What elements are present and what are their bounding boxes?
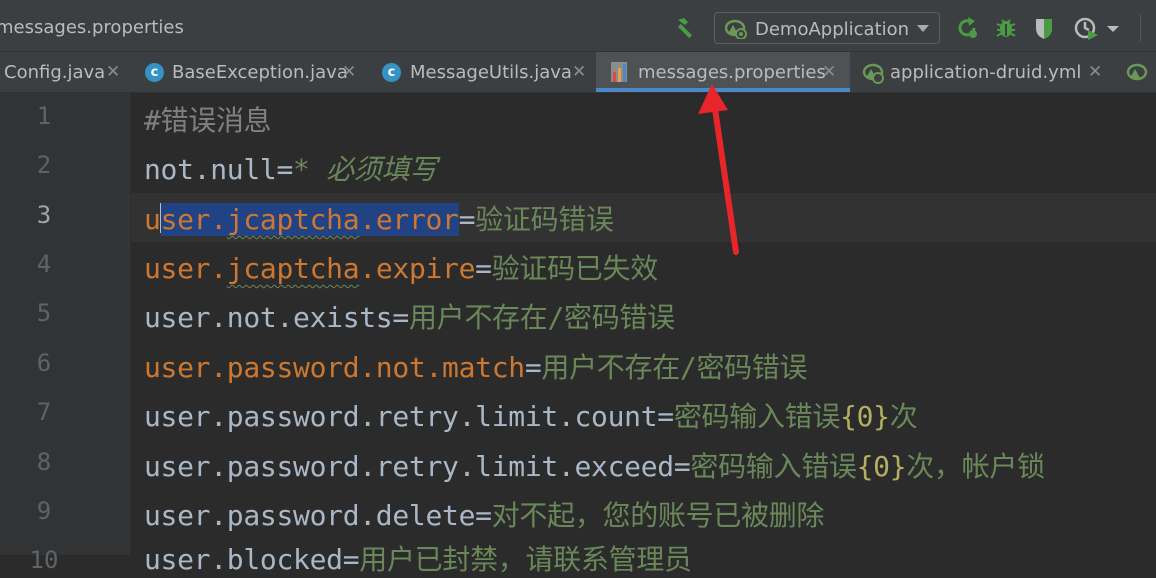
equals-sign: =	[276, 153, 294, 186]
annotation-arrow-icon	[698, 84, 739, 255]
property-key: user.password.delete	[144, 499, 476, 532]
equals-sign: =	[475, 499, 492, 532]
line-number: 9	[36, 497, 52, 525]
placeholder-token: {0}	[856, 450, 907, 483]
run-config-label: DemoApplication	[755, 19, 910, 40]
code-line[interactable]: not.null=* 必须填写	[144, 148, 437, 188]
property-key: user.password.retry.limit.exceed	[144, 450, 674, 483]
tab-overflow[interactable]	[1116, 52, 1156, 92]
code-line[interactable]: user.password.retry.limit.count=密码输入错误{0…	[144, 395, 918, 435]
more-dropdown-icon[interactable]	[1104, 16, 1122, 40]
line-number: 10	[29, 546, 59, 574]
line-number: 1	[36, 102, 52, 130]
property-value: 用户不存在/密码错误	[408, 301, 675, 334]
property-value: 对不起，您的账号已被删除	[491, 499, 825, 532]
title-bar: messages.properties DemoApplication	[0, 0, 1156, 52]
spring-yml-icon	[1126, 63, 1148, 81]
editor-tabs: Config.java ✕ c BaseException.java ✕ c M…	[0, 52, 1156, 93]
property-key: user.password.retry.limit.count	[144, 400, 658, 433]
close-icon[interactable]: ✕	[822, 62, 836, 82]
property-value: * 必须填写	[293, 153, 437, 186]
property-key-part: user.	[144, 252, 227, 285]
line-number: 2	[36, 151, 52, 179]
equals-sign: =	[524, 351, 542, 384]
line-number-current: 3	[36, 201, 52, 229]
code-line[interactable]: user.password.delete=对不起，您的账号已被删除	[144, 494, 824, 534]
property-value: 验证码错误	[475, 203, 614, 236]
tab-config-java[interactable]: Config.java ✕	[0, 52, 134, 92]
code-line[interactable]: user.jcaptcha.expire=验证码已失效	[144, 247, 658, 287]
property-key: user.not.exists	[144, 301, 393, 334]
spring-yml-icon	[862, 63, 884, 84]
property-value: 密码输入错误	[673, 400, 841, 433]
close-icon[interactable]: ✕	[106, 62, 120, 82]
code-line[interactable]: user.not.exists=用户不存在/密码错误	[144, 296, 675, 336]
property-key: user.password.not.match	[144, 351, 525, 384]
line-number: 5	[36, 299, 52, 327]
tab-application-druid-yml[interactable]: application-druid.yml ✕	[850, 52, 1116, 92]
equals-sign: =	[392, 301, 409, 334]
tab-base-exception[interactable]: c BaseException.java ✕	[134, 52, 370, 92]
comment-text: #错误消息	[144, 104, 272, 137]
tab-message-utils[interactable]: c MessageUtils.java ✕	[370, 52, 596, 92]
typo-word: jcaptcha	[226, 252, 360, 285]
property-value: 用户已封禁，请联系管理员	[359, 543, 692, 576]
property-value: 密码输入错误	[690, 450, 857, 483]
property-value: 验证码已失效	[491, 252, 659, 285]
property-value: 次	[889, 400, 918, 433]
class-c-icon: c	[382, 63, 401, 82]
file-title: messages.properties	[0, 17, 184, 38]
property-value: 次，帐户锁	[906, 450, 1045, 483]
property-key: not.null	[144, 153, 277, 186]
code-line-current[interactable]: user.jcaptcha.error=验证码错误	[144, 198, 614, 238]
close-icon[interactable]: ✕	[1088, 62, 1102, 82]
tab-label: MessageUtils.java	[410, 62, 572, 83]
profiler-clock-icon[interactable]	[1074, 16, 1098, 40]
class-c-icon: c	[145, 63, 164, 82]
tab-label: application-druid.yml	[890, 62, 1082, 83]
hammer-icon[interactable]	[672, 16, 698, 40]
run-configuration-select[interactable]: DemoApplication	[714, 12, 940, 44]
tab-label: BaseException.java	[172, 62, 348, 83]
property-key-part: .expire	[359, 252, 476, 285]
tab-label: Config.java	[4, 62, 106, 83]
code-line[interactable]: #错误消息	[144, 99, 272, 139]
code-line[interactable]: user.password.not.match=用户不存在/密码错误	[144, 346, 808, 386]
selected-text[interactable]: ser.jcaptcha.error	[160, 203, 459, 236]
rerun-icon[interactable]	[956, 16, 980, 40]
line-number: 7	[36, 398, 52, 426]
property-key: user.blocked	[144, 543, 343, 576]
debug-bug-icon[interactable]	[994, 16, 1018, 40]
toolbar-divider	[1140, 14, 1141, 42]
typo-word: jcaptcha	[226, 203, 360, 236]
line-number: 6	[36, 349, 52, 377]
line-number: 4	[36, 250, 52, 278]
code-line[interactable]: user.password.retry.limit.exceed=密码输入错误{…	[144, 445, 1045, 485]
equals-sign: =	[342, 543, 360, 576]
property-value: 用户不存在/密码错误	[541, 351, 808, 384]
equals-sign: =	[475, 252, 492, 285]
placeholder-token: {0}	[840, 400, 890, 433]
equals-sign: =	[673, 450, 691, 483]
property-key-part: ser.	[160, 203, 228, 236]
close-icon[interactable]: ✕	[342, 62, 356, 82]
spring-run-config-icon	[725, 19, 747, 39]
close-icon[interactable]: ✕	[572, 62, 586, 82]
code-line[interactable]: user.blocked=用户已封禁，请联系管理员	[144, 538, 692, 578]
chevron-down-icon	[917, 25, 929, 32]
property-key-start: u	[144, 203, 161, 236]
properties-file-icon	[611, 62, 627, 82]
property-key-part: .error	[359, 203, 459, 236]
equals-sign: =	[458, 203, 476, 236]
coverage-shield-icon[interactable]	[1032, 16, 1056, 40]
equals-sign: =	[657, 400, 674, 433]
line-number: 8	[36, 448, 52, 476]
